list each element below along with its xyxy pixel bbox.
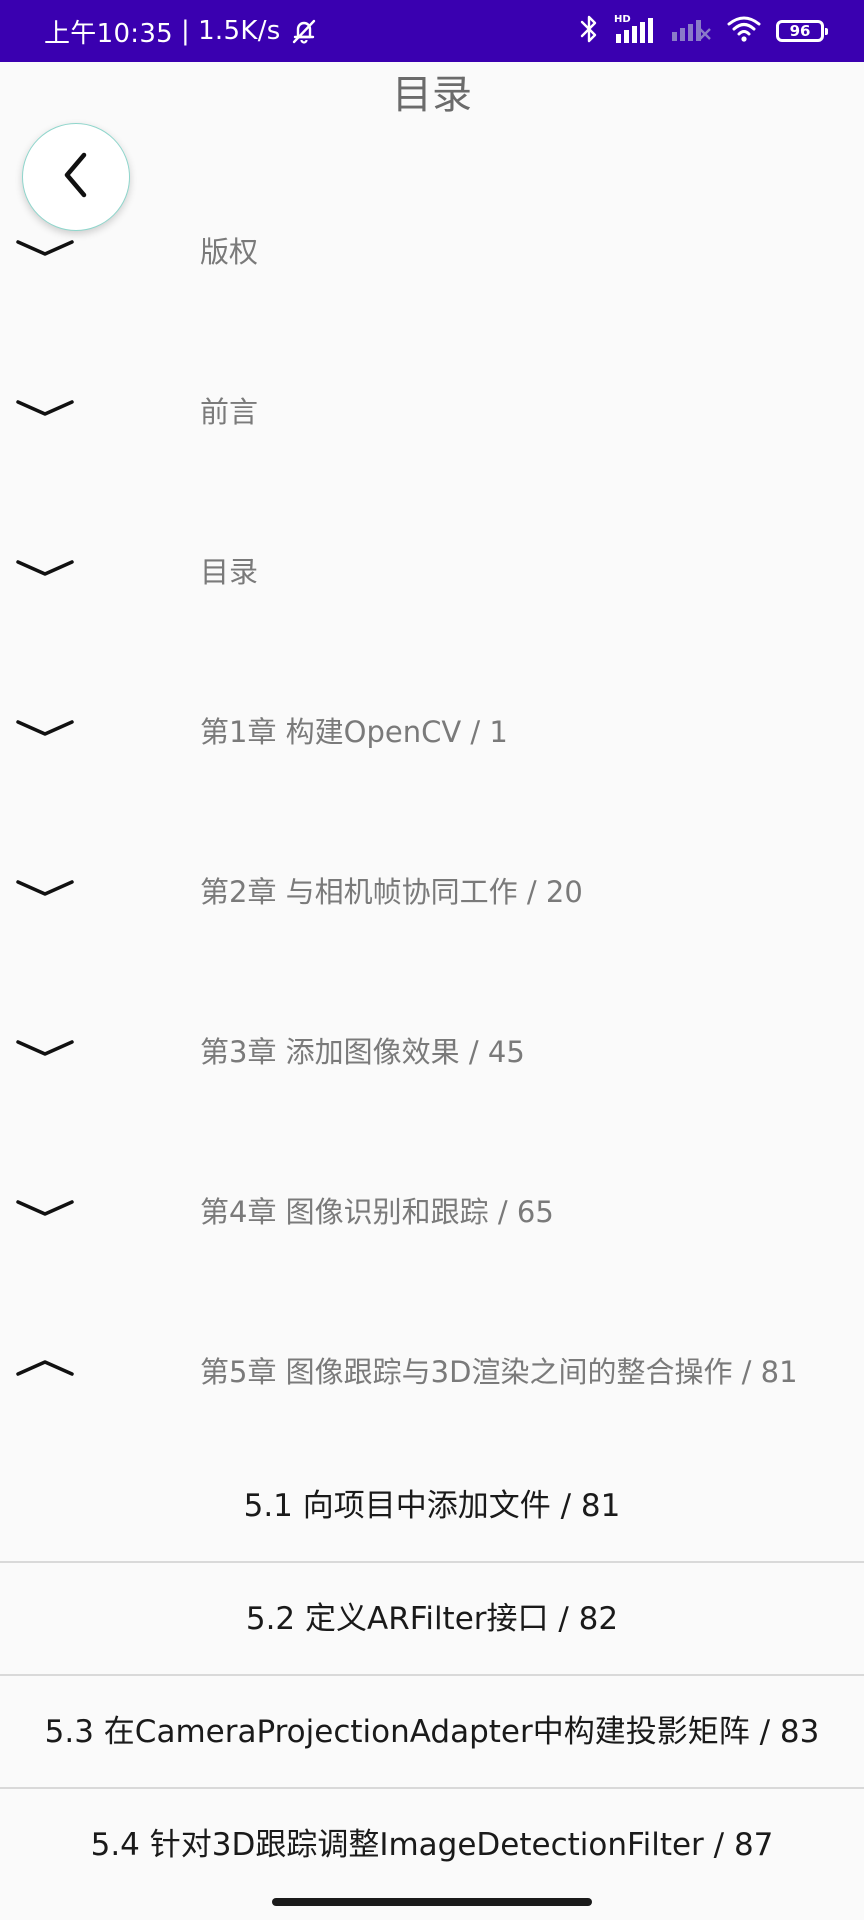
chapter-row-contents[interactable]: 目录 bbox=[0, 532, 864, 612]
chevron-down-icon[interactable] bbox=[16, 236, 74, 266]
chevron-down-icon[interactable] bbox=[16, 1196, 74, 1226]
section-item-5-1[interactable]: 5.1 向项目中添加文件 / 81 bbox=[0, 1450, 864, 1562]
wifi-icon bbox=[726, 14, 762, 48]
chapter-label: 第4章 图像识别和跟踪 / 65 bbox=[200, 1195, 554, 1229]
chapter-row-3[interactable]: 第3章 添加图像效果 / 45 bbox=[0, 1012, 864, 1092]
battery-level: 96 bbox=[789, 22, 811, 40]
home-indicator[interactable] bbox=[272, 1898, 592, 1906]
chapter-row-1[interactable]: 第1章 构建OpenCV / 1 bbox=[0, 692, 864, 772]
chevron-left-icon bbox=[56, 149, 96, 205]
chapter-label: 第1章 构建OpenCV / 1 bbox=[200, 715, 508, 749]
chapter-label: 版权 bbox=[200, 235, 259, 269]
chapter-label: 第5章 图像跟踪与3D渲染之间的整合操作 / 81 bbox=[200, 1355, 798, 1389]
page-title: 目录 bbox=[392, 72, 472, 118]
chevron-down-icon[interactable] bbox=[16, 876, 74, 906]
chapter-row-preface[interactable]: 前言 bbox=[0, 372, 864, 452]
status-right: HD 96 bbox=[578, 0, 828, 62]
page: 上午10:35 | 1.5K/s HD 96 目录 版权 前言 目录 第1章 构… bbox=[0, 0, 864, 1920]
chapter-row-4[interactable]: 第4章 图像识别和跟踪 / 65 bbox=[0, 1172, 864, 1252]
signal-strength-2-icon bbox=[670, 13, 712, 49]
signal-strength-icon: HD bbox=[614, 14, 656, 47]
bluetooth-icon bbox=[578, 13, 600, 49]
chapter-label: 第2章 与相机帧协同工作 / 20 bbox=[200, 875, 583, 909]
status-left: 上午10:35 | 1.5K/s bbox=[44, 0, 319, 62]
section-item-5-2[interactable]: 5.2 定义ARFilter接口 / 82 bbox=[0, 1563, 864, 1675]
section-item-5-4[interactable]: 5.4 针对3D跟踪调整ImageDetectionFilter / 87 bbox=[0, 1789, 864, 1901]
chapter-row-2[interactable]: 第2章 与相机帧协同工作 / 20 bbox=[0, 852, 864, 932]
chapter-row-5[interactable]: 第5章 图像跟踪与3D渲染之间的整合操作 / 81 bbox=[0, 1332, 864, 1412]
chevron-up-icon[interactable] bbox=[16, 1356, 74, 1386]
status-time: 上午10:35 bbox=[44, 18, 174, 49]
chevron-down-icon[interactable] bbox=[16, 716, 74, 746]
chevron-down-icon[interactable] bbox=[16, 1036, 74, 1066]
section-item-5-3[interactable]: 5.3 在CameraProjectionAdapter中构建投影矩阵 / 83 bbox=[0, 1676, 864, 1788]
status-bar: 上午10:35 | 1.5K/s HD 96 bbox=[0, 0, 864, 62]
chapter-label: 目录 bbox=[200, 555, 259, 589]
bell-muted-icon bbox=[289, 16, 319, 46]
chevron-down-icon[interactable] bbox=[16, 396, 74, 426]
chapter-label: 第3章 添加图像效果 / 45 bbox=[200, 1035, 525, 1069]
chevron-down-icon[interactable] bbox=[16, 556, 74, 586]
chapter-row-copyright[interactable]: 版权 bbox=[0, 212, 864, 292]
battery-icon: 96 bbox=[776, 20, 828, 42]
network-speed: 1.5K/s bbox=[198, 16, 281, 46]
chapter-label: 前言 bbox=[200, 395, 259, 429]
status-separator: | bbox=[181, 16, 191, 46]
